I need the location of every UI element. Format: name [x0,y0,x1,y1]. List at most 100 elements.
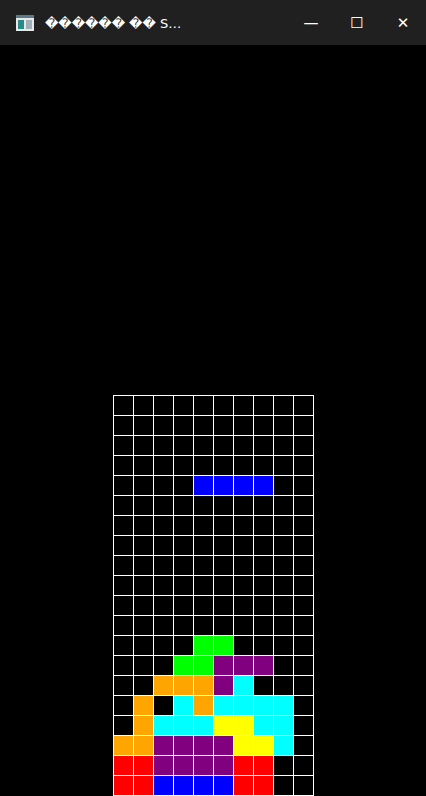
filled-cell [174,776,194,796]
filled-cell [214,736,234,756]
board-cell [134,396,154,416]
filled-cell [134,716,154,736]
board-cell [234,556,254,576]
board-cell [274,756,294,776]
board-cell [254,516,274,536]
board-cell [114,696,134,716]
filled-cell [194,476,214,496]
board-cell [274,456,294,476]
board-cell [294,756,314,776]
board-cell [254,576,274,596]
filled-cell [154,676,174,696]
filled-cell [114,756,134,776]
board-cell [274,636,294,656]
board-cell [214,516,234,536]
board-cell [274,616,294,636]
filled-cell [234,676,254,696]
board-cell [234,536,254,556]
board-cell [134,416,154,436]
board-cell [254,536,274,556]
board-cell [274,476,294,496]
board-cell [174,556,194,576]
filled-cell [234,656,254,676]
board-cell [134,516,154,536]
board-cell [254,556,274,576]
filled-cell [134,776,154,796]
board-cell [234,596,254,616]
board-cell [194,496,214,516]
filled-cell [254,736,274,756]
board-cell [154,476,174,496]
board-cell [134,596,154,616]
board-cell [134,436,154,456]
board-cell [294,476,314,496]
board-cell [254,396,274,416]
filled-cell [214,476,234,496]
board-cell [134,456,154,476]
window-controls: —☐✕ [288,0,426,45]
title-bar: ������ �� S…—☐✕ [0,0,426,45]
board-cell [114,496,134,516]
board-cell [154,536,174,556]
board-cell [154,416,174,436]
window-control-button[interactable]: ✕ [380,0,426,45]
board-cell [234,616,254,636]
filled-cell [194,776,214,796]
board-cell [234,456,254,476]
board-cell [194,556,214,576]
board-cell [154,636,174,656]
board-cell [274,676,294,696]
filled-cell [154,716,174,736]
board-cell [254,616,274,636]
filled-cell [174,676,194,696]
board-cell [154,436,174,456]
filled-cell [214,716,234,736]
window-control-button[interactable]: ☐ [334,0,380,45]
board-cell [214,596,234,616]
board-cell [194,616,214,636]
board-cell [134,656,154,676]
board-cell [214,576,234,596]
board-cell [194,536,214,556]
board-cell [174,516,194,536]
board-cell [274,516,294,536]
board-cell [174,396,194,416]
board-cell [274,416,294,436]
board-cell [274,656,294,676]
board-cell [294,456,314,476]
filled-cell [194,676,214,696]
board-cell [274,596,294,616]
filled-cell [214,696,234,716]
board-cell [114,476,134,496]
board-cell [274,496,294,516]
board-cell [214,556,234,576]
board-cell [114,416,134,436]
board-cell [114,436,134,456]
board-cell [154,516,174,536]
board-cell [174,536,194,556]
filled-cell [214,676,234,696]
filled-cell [214,756,234,776]
board-cell [234,496,254,516]
filled-cell [234,776,254,796]
board-cell [174,476,194,496]
filled-cell [174,696,194,716]
board-cell [134,536,154,556]
board-cell [134,556,154,576]
board-cell [254,496,274,516]
board-cell [214,496,234,516]
board-cell [114,536,134,556]
board-cell [214,416,234,436]
board-cell [274,776,294,796]
filled-cell [234,696,254,716]
filled-cell [254,716,274,736]
board-cell [294,736,314,756]
board-cell [154,656,174,676]
board-cell [234,396,254,416]
filled-cell [174,716,194,736]
window-control-button[interactable]: — [288,0,334,45]
filled-cell [274,696,294,716]
board-cell [154,596,174,616]
board-cell [154,576,174,596]
board-cell [274,536,294,556]
